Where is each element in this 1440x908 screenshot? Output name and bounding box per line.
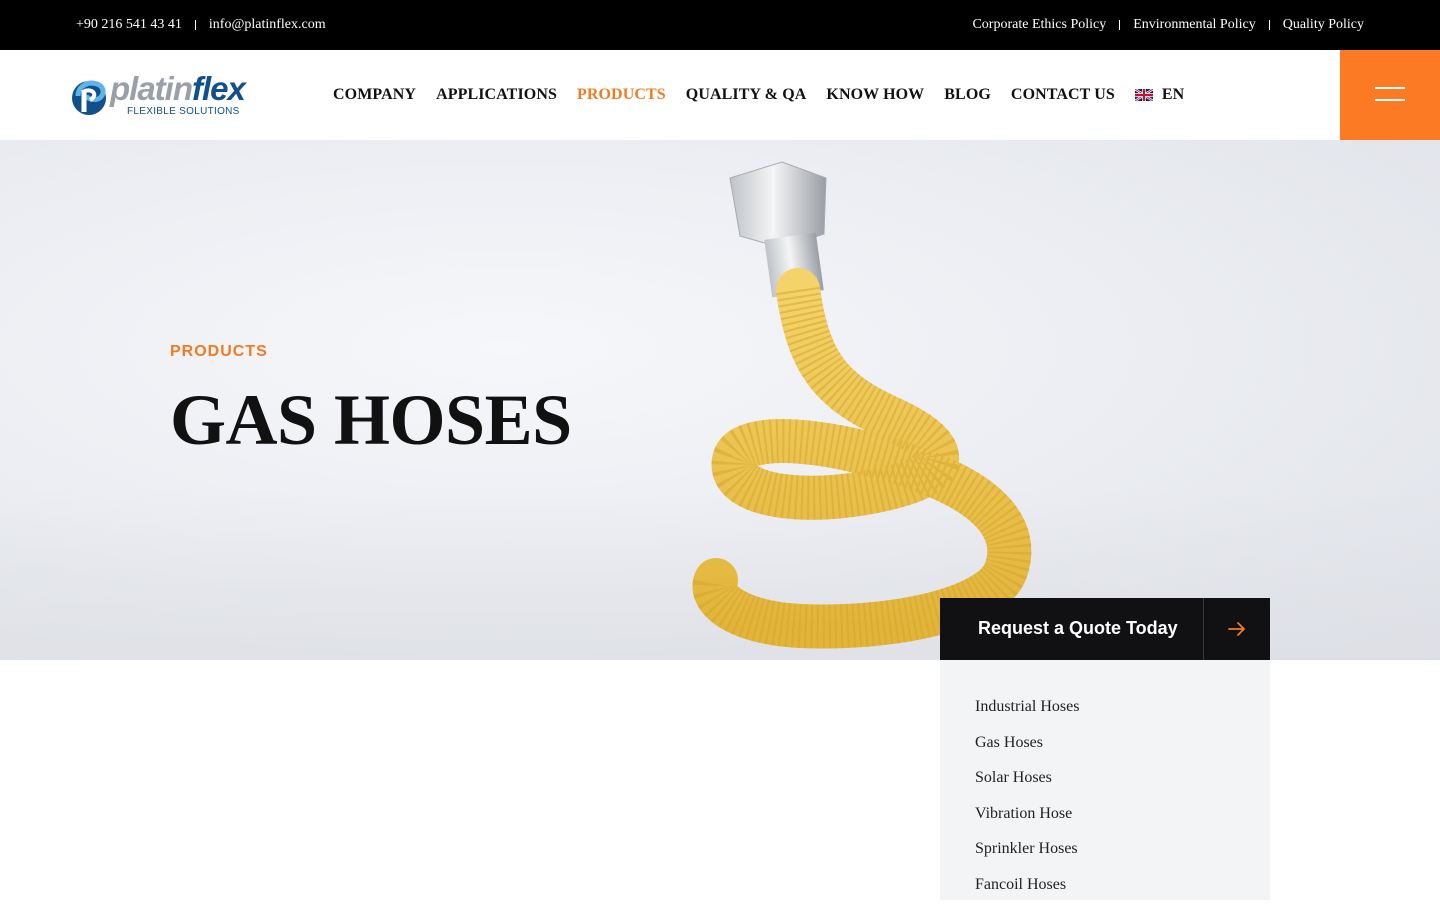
gas-hose-image: [692, 161, 1032, 649]
main-header: platinflex FLEXIBLE SOLUTIONS COMPANY AP…: [0, 50, 1440, 140]
phone-link[interactable]: +90 216 541 43 41: [76, 17, 182, 33]
nav-applications[interactable]: APPLICATIONS: [436, 86, 557, 104]
sidebar-item-sprinkler-hoses[interactable]: Sprinkler Hoses: [975, 836, 1270, 872]
uk-flag-icon: [1134, 89, 1153, 101]
product-category-list: Industrial Hoses Gas Hoses Solar Hoses V…: [940, 660, 1270, 908]
environmental-policy-link[interactable]: Environmental Policy: [1133, 17, 1255, 33]
sidebar-item-industrial-hoses[interactable]: Industrial Hoses: [975, 694, 1270, 730]
divider: [1119, 20, 1121, 30]
divider: [194, 20, 196, 30]
logo-mark-icon: [72, 80, 106, 115]
logo-tagline: FLEXIBLE SOLUTIONS: [127, 106, 240, 117]
button-divider: [1203, 598, 1204, 660]
hero-banner: PRODUCTS GAS HOSES: [0, 140, 1440, 660]
hamburger-menu-button[interactable]: [1340, 50, 1440, 140]
hero-eyebrow: PRODUCTS: [170, 343, 268, 360]
nav-blog[interactable]: BLOG: [944, 86, 991, 104]
arrow-right-icon: [1228, 622, 1245, 636]
nav-contact-us[interactable]: CONTACT US: [1011, 86, 1115, 104]
language-selector[interactable]: EN: [1134, 86, 1185, 104]
main-nav: COMPANY APPLICATIONS PRODUCTS QUALITY & …: [333, 50, 1184, 140]
sidebar-item-vibration-hose[interactable]: Vibration Hose: [975, 801, 1270, 837]
nav-know-how[interactable]: KNOW HOW: [826, 86, 924, 104]
logo-wordmark: platinflex: [110, 70, 246, 107]
menu-icon-bar: [1375, 87, 1405, 89]
request-quote-button[interactable]: Request a Quote Today: [940, 598, 1270, 660]
sidebar-item-gas-hoses[interactable]: Gas Hoses: [975, 730, 1270, 766]
divider: [1268, 20, 1270, 30]
nav-company[interactable]: COMPANY: [333, 86, 416, 104]
request-quote-label: Request a Quote Today: [978, 618, 1178, 638]
product-category-sidebar: Industrial Hoses Gas Hoses Solar Hoses V…: [940, 660, 1270, 900]
quality-policy-link[interactable]: Quality Policy: [1283, 17, 1364, 33]
policy-links: Corporate Ethics Policy Environmental Po…: [972, 0, 1364, 50]
email-link[interactable]: info@platinflex.com: [209, 17, 326, 33]
nav-quality-qa[interactable]: QUALITY & QA: [686, 86, 807, 104]
top-bar: +90 216 541 43 41 info@platinflex.com Co…: [0, 0, 1440, 50]
language-label: EN: [1161, 86, 1185, 103]
sidebar-item-solar-hoses[interactable]: Solar Hoses: [975, 765, 1270, 801]
contact-info: +90 216 541 43 41 info@platinflex.com: [76, 0, 326, 50]
page-title: GAS HOSES: [170, 380, 572, 460]
sidebar-item-fancoil-hoses[interactable]: Fancoil Hoses: [975, 872, 1270, 908]
menu-icon-bar: [1375, 99, 1405, 101]
platinflex-logo[interactable]: platinflex FLEXIBLE SOLUTIONS: [70, 72, 246, 120]
nav-products[interactable]: PRODUCTS: [577, 86, 666, 104]
corporate-ethics-policy-link[interactable]: Corporate Ethics Policy: [972, 17, 1106, 33]
